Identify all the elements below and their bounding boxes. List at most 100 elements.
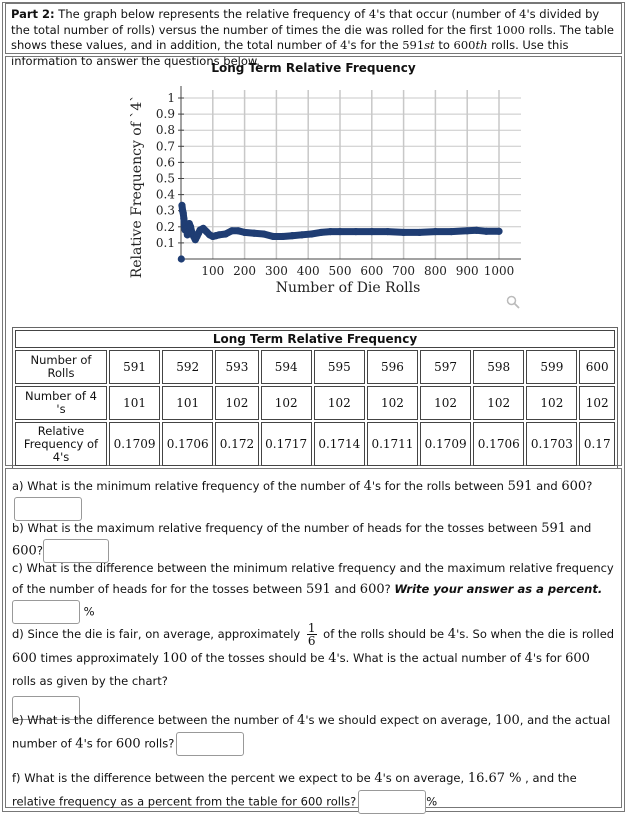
question-text: 's on average, xyxy=(382,771,468,785)
x-tick-label: 200 xyxy=(233,264,256,278)
questions-section: a) What is the minimum relative frequenc… xyxy=(5,468,622,814)
table-cell: 0.1717 xyxy=(260,422,312,466)
table-cell: 102 xyxy=(215,386,259,420)
math-th: th xyxy=(475,38,488,52)
question-text: 's we should expect on average, xyxy=(305,713,495,727)
row-header: Number of Rolls xyxy=(15,350,107,384)
y-tick-label: 1 xyxy=(167,91,175,105)
math-600: 600 xyxy=(565,651,590,666)
math-600: 600 xyxy=(359,582,385,597)
table-caption: Long Term Relative Frequency xyxy=(15,330,615,348)
row-header: Number of 4 's xyxy=(15,386,107,420)
question-text: and xyxy=(566,521,592,535)
intro-text: 's that occur (number of xyxy=(376,7,520,21)
table-cell: 593 xyxy=(215,350,259,384)
math-16-67-percent: 16.67 % xyxy=(467,771,522,786)
question-text: of the rolls should be xyxy=(319,627,448,641)
question-text: 's. What is the actual number of xyxy=(336,651,525,665)
part-label: Part 2: xyxy=(11,7,55,21)
data-point xyxy=(186,223,195,231)
intro-text: 's for the xyxy=(347,38,403,52)
data-point xyxy=(336,228,344,236)
x-tick-label: 600 xyxy=(360,264,383,278)
y-axis-label: Relative Frequency of `4` xyxy=(129,95,145,279)
chart-section: Long Term Relative Frequency 100 200 300 40… xyxy=(5,56,622,469)
answer-f-input[interactable] xyxy=(358,790,427,814)
table-cell: 591 xyxy=(109,350,161,384)
question-f: f) What is the difference between the pe… xyxy=(12,767,615,814)
y-tick-label: 0.9 xyxy=(156,107,175,121)
table-row-fours: Number of 4 's 101 101 102 102 102 102 1… xyxy=(15,386,615,420)
intro-text: to xyxy=(434,38,454,52)
fraction-one-sixth: 16 xyxy=(306,622,317,647)
table-cell: 596 xyxy=(366,350,419,384)
math-four: 4 xyxy=(363,479,372,494)
data-point xyxy=(431,228,439,236)
magnifier-icon[interactable] xyxy=(506,295,520,309)
math-100: 100 xyxy=(162,651,188,666)
table-row-rolls: Number of Rolls 591 592 593 594 595 596 … xyxy=(15,350,615,384)
x-axis-label: Number of Die Rolls xyxy=(276,280,421,296)
math-100: 100 xyxy=(494,713,520,728)
data-point xyxy=(473,226,481,234)
question-text: ? xyxy=(586,479,593,493)
x-tick-label: 300 xyxy=(265,264,288,278)
y-tick-label: 0.7 xyxy=(156,139,175,153)
question-text: of the tosses should be xyxy=(187,651,329,665)
data-point xyxy=(482,227,490,235)
table-cell: 101 xyxy=(162,386,214,420)
x-tick-label: 400 xyxy=(297,264,320,278)
math-600: 600 xyxy=(12,543,37,559)
question-text: times approximately xyxy=(36,651,163,665)
x-tick-label: 700 xyxy=(392,264,415,278)
table-cell: 595 xyxy=(313,350,365,384)
table-cell: 599 xyxy=(526,350,578,384)
question-text: a) What is the minimum relative frequenc… xyxy=(12,479,364,493)
table-cell: 102 xyxy=(313,386,365,420)
y-tick-label: 0.3 xyxy=(156,204,175,218)
table-cell: 102 xyxy=(366,386,419,420)
data-point xyxy=(447,228,455,236)
data-point xyxy=(234,227,242,235)
table-cell: 0.1706 xyxy=(473,422,525,466)
question-text: 's for the rolls between xyxy=(371,479,508,493)
x-tick-label: 900 xyxy=(456,264,479,278)
table-cell: 0.1706 xyxy=(162,422,214,466)
answer-e-input[interactable] xyxy=(176,732,245,756)
table-cell: 597 xyxy=(420,350,472,384)
math-st: st xyxy=(424,38,435,52)
table-cell: 0.172 xyxy=(215,422,259,466)
y-tick-label: 0.2 xyxy=(156,220,175,234)
table-cell: 600 xyxy=(579,350,615,384)
data-point xyxy=(352,228,360,236)
math-591: 591 xyxy=(306,582,331,597)
intro-text: The graph below represents the relative … xyxy=(54,7,369,21)
table-cell: 102 xyxy=(579,386,615,420)
math-600: 600 xyxy=(561,479,587,494)
data-point xyxy=(260,230,268,238)
y-tick-label: 0.6 xyxy=(156,155,175,169)
data-point xyxy=(317,228,325,237)
data-point xyxy=(215,231,223,239)
instruction-emphasis: Write your answer as a percent. xyxy=(394,582,603,596)
math-600: 600 xyxy=(12,651,37,666)
math-591: 591 xyxy=(541,521,567,536)
question-text: e) What is the difference between the nu… xyxy=(12,713,298,727)
math-600: 600 xyxy=(453,38,476,52)
table-cell: 0.17 xyxy=(579,422,615,466)
frequency-table: Long Term Relative Frequency Number of R… xyxy=(12,327,618,469)
table-cell: 0.1709 xyxy=(109,422,161,466)
answer-c-input[interactable] xyxy=(12,600,80,624)
data-point xyxy=(269,232,277,241)
question-text: 's for xyxy=(532,651,566,665)
data-point xyxy=(384,228,392,236)
table-cell: 102 xyxy=(526,386,578,420)
chart-ticks: 100 200 300 400 500 600 700 800 900 1000 0.1 0.2 0.3… xyxy=(156,91,514,278)
y-tick-label: 0.4 xyxy=(156,188,175,202)
question-text: 's for xyxy=(83,736,116,751)
data-point xyxy=(368,228,376,236)
intro-section: Part 2: The graph below represents the r… xyxy=(5,3,622,68)
math-600: 600 xyxy=(115,736,141,752)
question-text: b) What is the maximum relative frequenc… xyxy=(12,521,542,535)
data-point xyxy=(288,232,296,240)
